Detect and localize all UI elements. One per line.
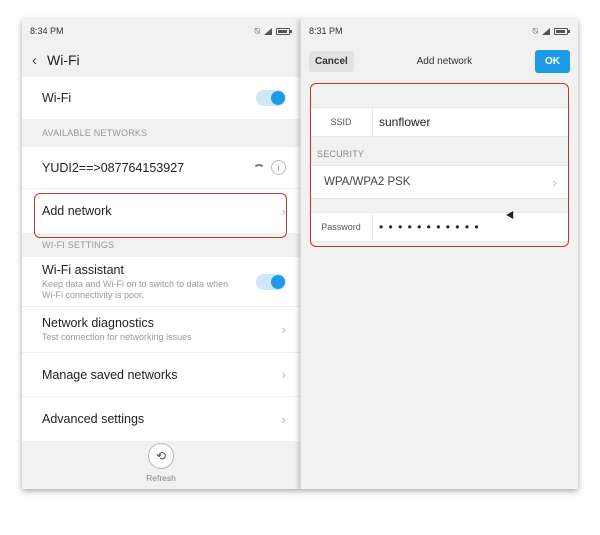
manage-saved-networks-row[interactable]: Manage saved networks › — [22, 353, 300, 397]
add-network-label: Add network — [42, 204, 112, 218]
manage-saved-networks-label: Manage saved networks — [42, 367, 178, 382]
signal-icon — [542, 27, 550, 35]
refresh-label: Refresh — [146, 473, 176, 483]
security-value: WPA/WPA2 PSK — [324, 176, 411, 188]
signal-icon — [264, 27, 272, 35]
network-diagnostics-description: Test connection for networking issues — [42, 332, 192, 342]
wifi-toggle-row[interactable]: Wi-Fi — [22, 77, 300, 119]
password-label: Password — [321, 222, 361, 232]
chevron-right-icon: › — [281, 367, 286, 382]
wifi-settings-screen: 8:34 PM ⍉ ‹ Wi-Fi Wi-Fi AVAILABLE NETWOR… — [22, 19, 300, 489]
ssid-input[interactable]: sunflower — [373, 115, 569, 129]
network-item[interactable]: YUDI2==>087764153927 i — [22, 147, 300, 189]
screenshot-canvas: 8:34 PM ⍉ ‹ Wi-Fi Wi-Fi AVAILABLE NETWOR… — [0, 0, 600, 535]
network-name: YUDI2==>087764153927 — [42, 160, 185, 175]
info-icon[interactable]: i — [271, 160, 286, 175]
chevron-right-icon: › — [281, 411, 286, 427]
status-time: 8:31 PM — [309, 26, 343, 36]
wifi-settings-list: Wi-Fi assistant Keep data and Wi-Fi on t… — [22, 257, 300, 441]
chevron-right-icon: › — [281, 322, 286, 337]
wifi-toggle[interactable] — [256, 90, 286, 106]
header: ‹ Wi-Fi — [22, 43, 300, 77]
battery-icon — [554, 27, 570, 35]
battery-icon — [276, 27, 292, 35]
wifi-label: Wi-Fi — [42, 91, 72, 105]
cancel-button[interactable]: Cancel — [309, 50, 354, 72]
network-diagnostics-row[interactable]: Network diagnostics Test connection for … — [22, 307, 300, 353]
status-time: 8:34 PM — [30, 26, 64, 36]
section-wifi-settings: WI-FI SETTINGS — [42, 240, 115, 250]
password-field[interactable]: Password • • • • • • • • • • • — [309, 212, 570, 242]
password-input[interactable]: • • • • • • • • • • • — [373, 220, 569, 234]
advanced-settings-row[interactable]: Advanced settings › — [22, 397, 300, 441]
page-title: Add network — [416, 55, 473, 67]
add-network-item[interactable]: Add network › — [22, 189, 300, 233]
status-bar: 8:31 PM ⍉ — [301, 19, 578, 43]
add-network-screen: 8:31 PM ⍉ Cancel Add network OK SSID sun… — [300, 19, 578, 489]
refresh-control[interactable]: ⟲ Refresh — [22, 437, 300, 489]
section-available-networks: AVAILABLE NETWORKS — [42, 128, 148, 138]
section-security: SECURITY — [317, 149, 365, 159]
chevron-right-icon: › — [281, 203, 286, 219]
status-bar: 8:34 PM ⍉ — [22, 19, 300, 43]
network-diagnostics-label: Network diagnostics — [42, 316, 154, 330]
chevron-right-icon: › — [552, 174, 557, 190]
mute-icon: ⍉ — [254, 25, 260, 36]
wifi-assistant-row[interactable]: Wi-Fi assistant Keep data and Wi-Fi on t… — [22, 257, 300, 307]
wifi-signal-icon — [253, 163, 265, 172]
available-networks-list: YUDI2==>087764153927 i Add network › — [22, 147, 300, 233]
header: Cancel Add network OK — [301, 43, 578, 79]
ok-button[interactable]: OK — [534, 49, 570, 73]
refresh-icon[interactable]: ⟲ — [148, 443, 174, 469]
wifi-assistant-label: Wi-Fi assistant — [42, 262, 124, 277]
mute-icon: ⍉ — [532, 25, 538, 36]
ssid-field[interactable]: SSID sunflower — [309, 107, 570, 137]
wifi-assistant-toggle[interactable] — [256, 273, 286, 290]
chevron-left-icon[interactable]: ‹ — [32, 52, 37, 69]
page-title: Wi-Fi — [47, 52, 80, 68]
advanced-settings-label: Advanced settings — [42, 412, 145, 426]
security-select[interactable]: WPA/WPA2 PSK › — [309, 165, 570, 199]
wifi-assistant-description: Keep data and Wi-Fi on to switch to data… — [42, 278, 229, 300]
ssid-label: SSID — [330, 117, 352, 127]
